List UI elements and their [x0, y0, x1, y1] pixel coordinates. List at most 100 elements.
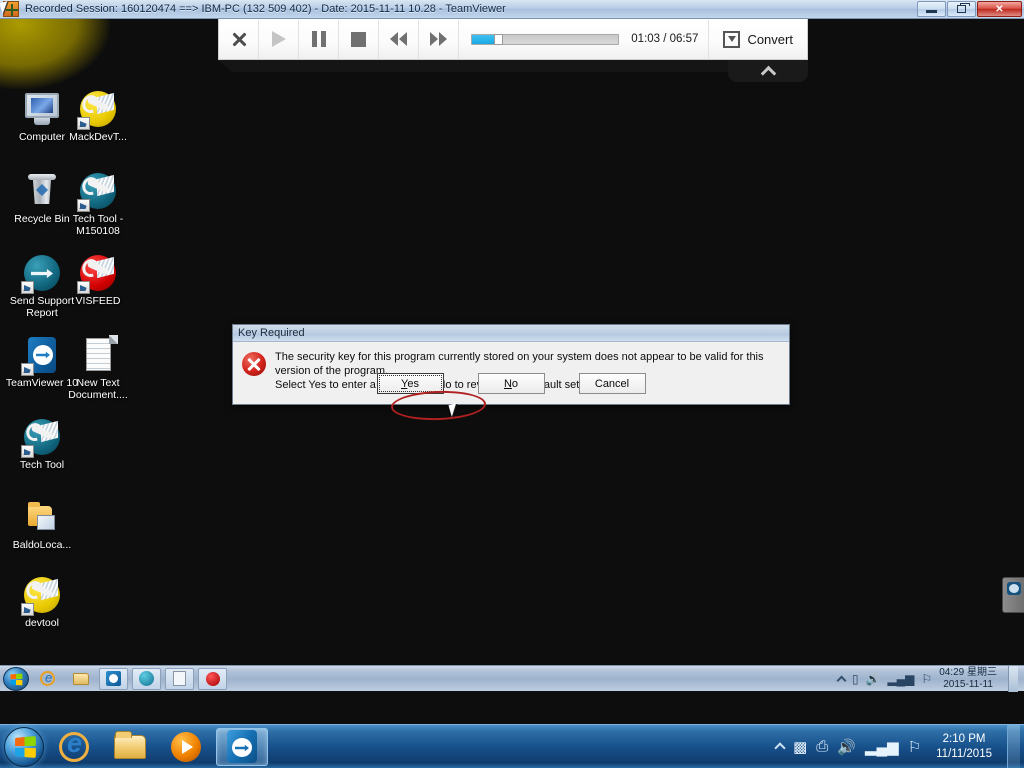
- remote-desktop-area: Computer MackDevT... Recycle Bin Tech To…: [0, 19, 1024, 768]
- teal-tool-icon: [21, 417, 62, 458]
- shortcut-arrow-icon: [77, 199, 90, 212]
- rewind-button[interactable]: [379, 19, 420, 59]
- play-icon: [271, 31, 286, 47]
- computer-icon: [22, 89, 62, 129]
- stop-icon: [351, 31, 367, 47]
- rewind-icon: [390, 32, 408, 46]
- fast-forward-button[interactable]: [419, 19, 460, 59]
- host-clock-date: 11/11/2015: [936, 747, 992, 760]
- desktop-icon-new-text-document[interactable]: New Text Document....: [60, 335, 136, 401]
- window-controls: ✕: [917, 1, 1022, 17]
- taskbar-item-teamviewer[interactable]: [99, 667, 128, 690]
- wallpaper-glow: [0, 19, 110, 89]
- taskbar-item-media-player[interactable]: [160, 728, 212, 766]
- taskbar-item-notepad[interactable]: [165, 667, 194, 690]
- dialog-title: Key Required: [238, 327, 305, 339]
- shortcut-arrow-icon: [77, 117, 90, 130]
- restore-button[interactable]: [947, 1, 976, 17]
- dialog-titlebar[interactable]: Key Required: [233, 325, 789, 342]
- desktop-icon-visfeed[interactable]: VISFEED: [60, 253, 136, 308]
- internet-explorer-icon: [40, 670, 55, 686]
- start-button[interactable]: [4, 726, 44, 767]
- chevron-up-icon: [760, 65, 776, 82]
- progress-thumb[interactable]: [494, 33, 504, 45]
- convert-button[interactable]: Convert: [709, 20, 807, 59]
- desktop-icon-baldoloca[interactable]: BaldoLoca...: [4, 497, 80, 552]
- pause-icon: [311, 31, 326, 47]
- remote-clock[interactable]: 04:29 星期三 2015-11-11: [939, 667, 1001, 691]
- remote-show-desktop-button[interactable]: [1008, 665, 1018, 692]
- window-titlebar[interactable]: Recorded Session: 160120474 ==> IBM-PC (…: [0, 0, 1024, 19]
- desktop-icon-tech-tool-m150108[interactable]: Tech Tool - M150108: [60, 171, 136, 237]
- teamviewer-icon: [1006, 582, 1021, 595]
- host-clock-time: 2:10 PM: [942, 732, 986, 745]
- teamviewer-icon: [227, 730, 257, 763]
- recycle-bin-icon: [22, 171, 62, 211]
- playback-toolbar: 01:03 / 06:57 Convert: [218, 19, 808, 60]
- desktop-icon-label: VISFEED: [75, 295, 121, 307]
- toolbar-collapse-button[interactable]: [728, 60, 808, 82]
- dialog-buttons: Yes No Cancel: [233, 373, 789, 394]
- minimize-button[interactable]: [917, 1, 946, 17]
- desktop-icon-tech-tool[interactable]: Tech Tool: [4, 417, 80, 472]
- flag-alert-icon[interactable]: ⚐: [908, 738, 921, 756]
- battery-icon[interactable]: ▯: [852, 672, 859, 686]
- host-taskbar: ▩ ⎙ 🔊 ▂▄▆ ⚐ 2:10 PM 11/11/2015: [0, 724, 1024, 768]
- taskbar-item-globe-app[interactable]: [132, 667, 161, 690]
- taskbar-item-windows-explorer[interactable]: [104, 728, 156, 766]
- remote-clock-time: 04:29 星期三: [939, 666, 997, 678]
- no-button-label-rest: o: [511, 377, 519, 390]
- desktop-icon-label: MackDevT...: [69, 131, 127, 143]
- chevron-up-icon[interactable]: [836, 675, 847, 685]
- display-icon[interactable]: ▩: [793, 738, 807, 756]
- progress-slider[interactable]: [471, 33, 620, 45]
- window-title: Recorded Session: 160120474 ==> IBM-PC (…: [25, 3, 506, 15]
- signal-bars-icon[interactable]: ▂▄▆: [865, 738, 899, 756]
- close-button[interactable]: ✕: [977, 1, 1022, 17]
- taskbar-item-internet-explorer[interactable]: [33, 668, 62, 690]
- shortcut-arrow-icon: [77, 281, 90, 294]
- folder-window-icon: [22, 497, 62, 537]
- pause-button[interactable]: [299, 19, 340, 59]
- host-clock[interactable]: 2:10 PM 11/11/2015: [930, 732, 998, 762]
- desktop-icon-label: devtool: [25, 617, 59, 629]
- yellow-tool-icon: [21, 575, 62, 616]
- desktop-icon-mackdevt[interactable]: MackDevT...: [60, 89, 136, 144]
- internet-explorer-icon: [59, 728, 89, 762]
- convert-download-icon: [723, 30, 741, 48]
- teamviewer-side-tab[interactable]: [1002, 577, 1024, 613]
- signal-bars-icon[interactable]: ▂▄▆: [887, 672, 914, 686]
- show-desktop-button[interactable]: [1007, 724, 1020, 768]
- red-tool-icon: [77, 253, 118, 294]
- progress-fill: [472, 34, 495, 44]
- stop-button[interactable]: [339, 19, 380, 59]
- taskbar-item-teamviewer[interactable]: [216, 727, 268, 766]
- close-session-button[interactable]: [219, 19, 260, 59]
- play-button[interactable]: [259, 19, 300, 59]
- text-document-icon: [78, 335, 118, 375]
- taskbar-item-internet-explorer[interactable]: [48, 728, 100, 766]
- flag-icon[interactable]: ⚐: [921, 672, 932, 686]
- teamviewer-icon: [21, 335, 62, 376]
- folder-icon: [114, 730, 146, 759]
- playback-time-label: 01:03 / 06:57: [631, 33, 699, 45]
- host-system-tray: ▩ ⎙ 🔊 ▂▄▆ ⚐ 2:10 PM 11/11/2015: [774, 724, 1024, 768]
- shortcut-arrow-icon: [21, 363, 34, 376]
- notepad-icon: [173, 671, 186, 686]
- media-player-icon: [171, 731, 201, 762]
- yes-button-label-rest: es: [407, 377, 419, 390]
- x-icon: [231, 31, 247, 47]
- taskbar-item-explorer[interactable]: [66, 668, 95, 690]
- shortcut-arrow-icon: [21, 281, 34, 294]
- remote-system-tray: ▯ 🔊 ▂▄▆ ⚐ 04:29 星期三 2015-11-11: [836, 665, 1024, 692]
- record-icon: [205, 671, 220, 686]
- chevron-up-icon[interactable]: [774, 742, 786, 754]
- volume-icon[interactable]: 🔊: [837, 738, 856, 756]
- remote-start-button[interactable]: [3, 666, 29, 691]
- desktop-icon-devtool[interactable]: devtool: [4, 575, 80, 630]
- volume-icon[interactable]: 🔊: [866, 672, 881, 686]
- taskbar-item-recorder[interactable]: [198, 667, 227, 690]
- cancel-button[interactable]: Cancel: [578, 373, 646, 394]
- eject-icon[interactable]: ⎙: [816, 738, 828, 755]
- no-button[interactable]: No: [477, 373, 545, 394]
